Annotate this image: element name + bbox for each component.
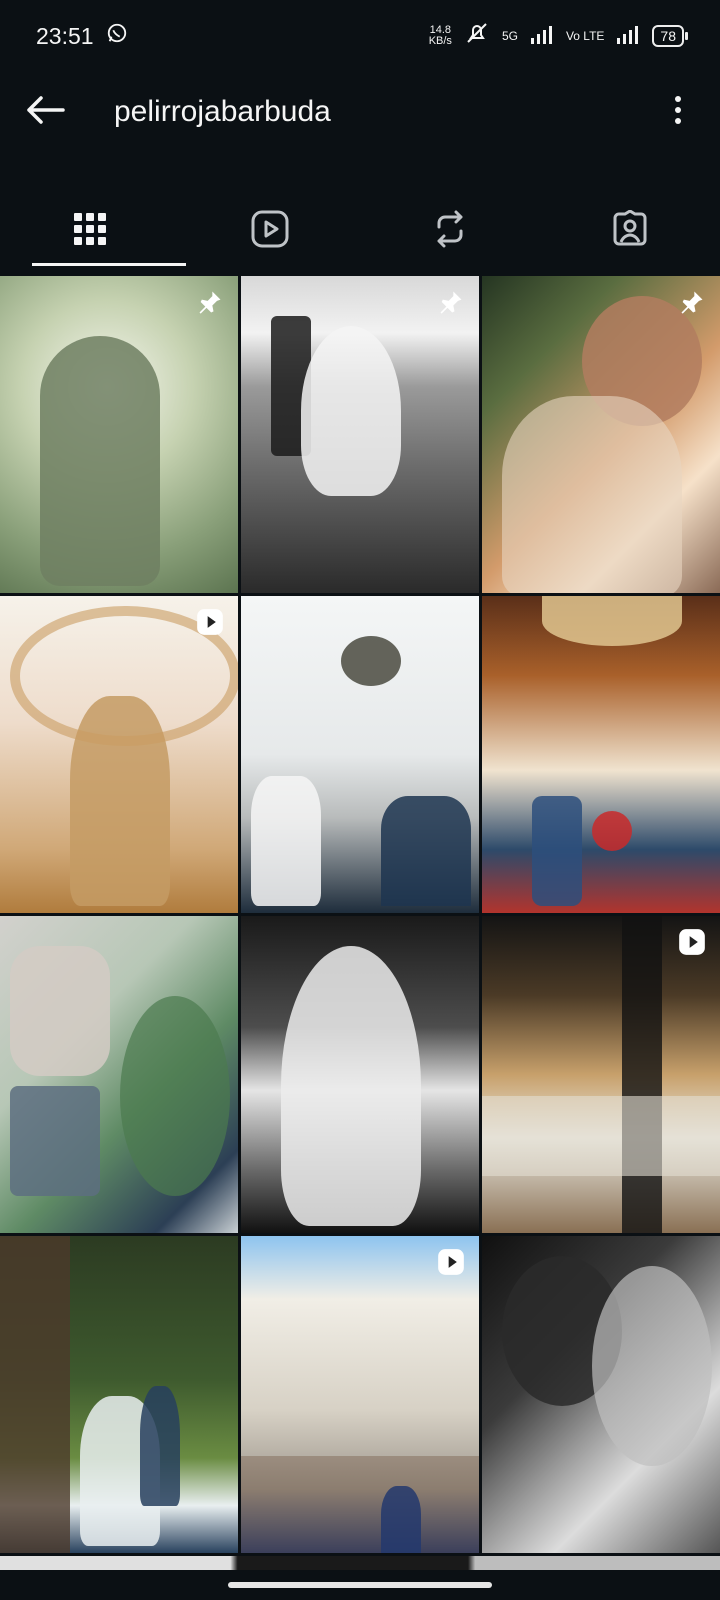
kebab-menu-icon xyxy=(674,95,682,130)
reel-icon xyxy=(194,606,226,638)
back-button[interactable] xyxy=(0,72,90,152)
status-time: 23:51 xyxy=(36,22,94,49)
grid-icon xyxy=(73,212,107,251)
signal-icon xyxy=(530,23,554,50)
post-thumbnail[interactable] xyxy=(482,1236,720,1553)
post-thumbnail[interactable] xyxy=(241,596,479,913)
signal-icon-2 xyxy=(616,23,640,50)
network-speed-unit: KB/s xyxy=(428,35,452,47)
battery-indicator: 78 xyxy=(652,25,688,47)
pin-icon xyxy=(194,286,226,318)
reels-icon xyxy=(251,210,289,253)
tab-reposts[interactable] xyxy=(360,190,540,272)
tab-reels[interactable] xyxy=(180,190,360,272)
post-thumbnail[interactable] xyxy=(0,1236,238,1553)
post-thumbnail[interactable] xyxy=(0,916,238,1233)
post-thumbnail[interactable] xyxy=(482,596,720,913)
mute-icon xyxy=(464,22,490,50)
reel-icon xyxy=(435,1246,467,1278)
tab-tagged[interactable] xyxy=(540,190,720,272)
volte-badge: Vo LTE xyxy=(565,29,605,43)
post-thumbnail[interactable] xyxy=(241,276,479,593)
reel-icon xyxy=(676,926,708,958)
post-grid xyxy=(0,276,720,1576)
post-thumbnail[interactable] xyxy=(241,916,479,1233)
network-type: 5G xyxy=(501,29,518,43)
back-arrow-icon xyxy=(25,95,65,130)
repost-icon xyxy=(433,210,467,253)
whatsapp-icon xyxy=(106,22,128,50)
status-bar: 23:51 14.8 KB/s 5G Vo LTE 78 xyxy=(0,0,720,72)
post-thumbnail[interactable] xyxy=(0,596,238,913)
network-speed: 14.8 KB/s xyxy=(429,25,452,47)
post-thumbnail[interactable] xyxy=(482,276,720,593)
home-gesture-handle[interactable] xyxy=(228,1582,492,1588)
tab-posts-grid[interactable] xyxy=(0,190,186,272)
tagged-person-icon xyxy=(611,208,649,253)
pin-icon xyxy=(676,286,708,318)
profile-top-bar: pelirrojabarbuda xyxy=(0,72,720,152)
profile-username: pelirrojabarbuda xyxy=(114,95,331,128)
post-thumbnail[interactable] xyxy=(482,916,720,1233)
more-options-button[interactable] xyxy=(648,72,708,152)
profile-tabs xyxy=(0,190,720,272)
post-thumbnail[interactable] xyxy=(241,1236,479,1553)
pin-icon xyxy=(435,286,467,318)
post-thumbnail[interactable] xyxy=(0,276,238,593)
system-navigation-bar xyxy=(0,1570,720,1600)
